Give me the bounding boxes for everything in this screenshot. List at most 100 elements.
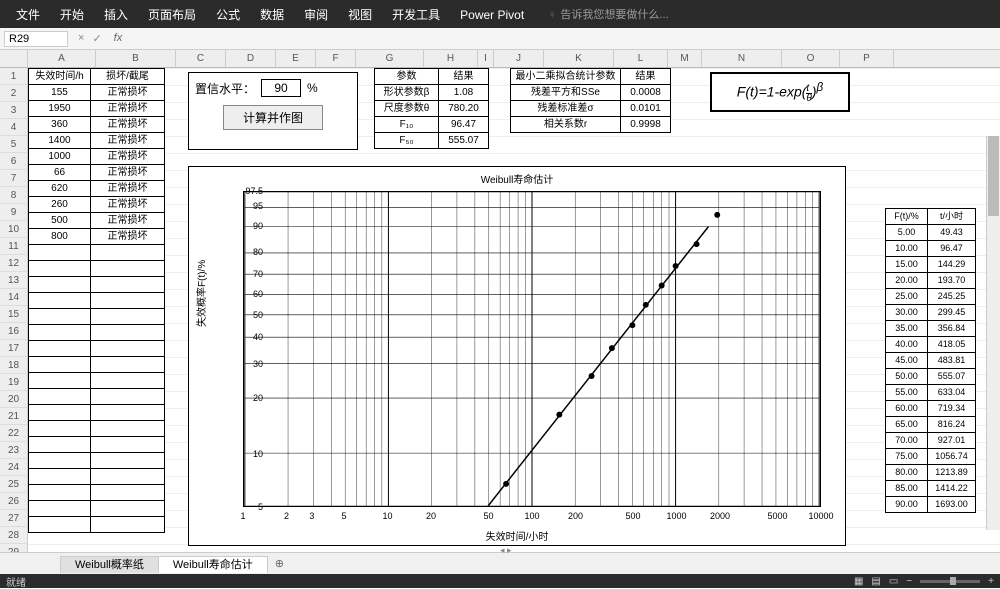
vertical-scrollbar[interactable]: [986, 136, 1000, 530]
table-cell[interactable]: 719.34: [928, 401, 976, 417]
ribbon-tab-7[interactable]: 视图: [338, 8, 382, 22]
table-cell[interactable]: 80.00: [886, 465, 928, 481]
ribbon-tab-0[interactable]: 文件: [6, 8, 50, 22]
view-normal-icon[interactable]: ▦: [854, 576, 863, 587]
col-header-N[interactable]: N: [702, 50, 782, 67]
zoom-in-icon[interactable]: +: [988, 576, 994, 587]
col-header-E[interactable]: E: [276, 50, 316, 67]
table-cell[interactable]: 35.00: [886, 321, 928, 337]
table-cell[interactable]: 780.20: [439, 101, 489, 117]
col-header-L[interactable]: L: [614, 50, 668, 67]
row-header-17[interactable]: 17: [0, 340, 28, 357]
table-cell[interactable]: 20.00: [886, 273, 928, 289]
table-cell[interactable]: 96.47: [928, 241, 976, 257]
cancel-icon[interactable]: ×: [78, 32, 84, 45]
row-header-6[interactable]: 6: [0, 153, 28, 170]
table-cell[interactable]: 65.00: [886, 417, 928, 433]
tell-me[interactable]: 告诉我您想要做什么...: [548, 6, 668, 22]
ribbon-tab-3[interactable]: 页面布局: [138, 8, 206, 22]
hscroll-indicator[interactable]: ◂ ▸: [500, 545, 512, 556]
table-cell[interactable]: 75.00: [886, 449, 928, 465]
col-header-J[interactable]: J: [494, 50, 544, 67]
row-header-1[interactable]: 1: [0, 68, 28, 85]
table-cell[interactable]: 0.0008: [621, 85, 671, 101]
row-header-24[interactable]: 24: [0, 459, 28, 476]
ribbon-tab-4[interactable]: 公式: [206, 8, 250, 22]
row-header-10[interactable]: 10: [0, 221, 28, 238]
table-cell[interactable]: 0.0101: [621, 101, 671, 117]
calculate-button[interactable]: 计算并作图: [223, 105, 323, 130]
add-sheet-button[interactable]: ⊕: [267, 555, 292, 572]
table-cell[interactable]: 800: [29, 229, 91, 245]
view-pagebreak-icon[interactable]: ▭: [889, 576, 898, 587]
table-cell[interactable]: F₁₀: [375, 117, 439, 133]
name-box[interactable]: [4, 31, 68, 47]
table-cell[interactable]: 1056.74: [928, 449, 976, 465]
table-cell[interactable]: 10.00: [886, 241, 928, 257]
row-header-15[interactable]: 15: [0, 306, 28, 323]
table-cell[interactable]: 正常损坏: [91, 133, 165, 149]
table-cell[interactable]: 相关系数r: [511, 117, 621, 133]
table-cell[interactable]: 15.00: [886, 257, 928, 273]
table-cell[interactable]: 正常损坏: [91, 213, 165, 229]
select-all-corner[interactable]: [0, 50, 28, 67]
row-header-11[interactable]: 11: [0, 238, 28, 255]
row-header-12[interactable]: 12: [0, 255, 28, 272]
table-cell[interactable]: 555.07: [928, 369, 976, 385]
table-cell[interactable]: 1414.22: [928, 481, 976, 497]
col-header-O[interactable]: O: [782, 50, 840, 67]
sheet-tab-1[interactable]: Weibull寿命估计: [158, 556, 268, 573]
table-cell[interactable]: 1.08: [439, 85, 489, 101]
table-cell[interactable]: 927.01: [928, 433, 976, 449]
table-cell[interactable]: 60.00: [886, 401, 928, 417]
table-cell[interactable]: 555.07: [439, 133, 489, 149]
zoom-slider[interactable]: [920, 580, 980, 583]
table-cell[interactable]: F₅₀: [375, 133, 439, 149]
fx-icon[interactable]: fx: [110, 32, 123, 45]
table-cell[interactable]: 30.00: [886, 305, 928, 321]
table-cell[interactable]: 500: [29, 213, 91, 229]
table-cell[interactable]: 1950: [29, 101, 91, 117]
table-cell[interactable]: 144.29: [928, 257, 976, 273]
scrollbar-thumb[interactable]: [988, 136, 999, 216]
table-cell[interactable]: 40.00: [886, 337, 928, 353]
row-header-3[interactable]: 3: [0, 102, 28, 119]
zoom-out-icon[interactable]: −: [906, 576, 912, 587]
table-cell[interactable]: 1693.00: [928, 497, 976, 513]
table-cell[interactable]: 尺度参数θ: [375, 101, 439, 117]
row-header-28[interactable]: 28: [0, 527, 28, 544]
table-cell[interactable]: 633.04: [928, 385, 976, 401]
table-cell[interactable]: 1213.89: [928, 465, 976, 481]
table-cell[interactable]: 418.05: [928, 337, 976, 353]
row-header-4[interactable]: 4: [0, 119, 28, 136]
table-cell[interactable]: 0.9998: [621, 117, 671, 133]
col-header-I[interactable]: I: [478, 50, 494, 67]
row-header-5[interactable]: 5: [0, 136, 28, 153]
row-header-22[interactable]: 22: [0, 425, 28, 442]
view-layout-icon[interactable]: ▤: [871, 576, 880, 587]
row-header-21[interactable]: 21: [0, 408, 28, 425]
table-cell[interactable]: 85.00: [886, 481, 928, 497]
table-cell[interactable]: 1400: [29, 133, 91, 149]
table-cell[interactable]: 360: [29, 117, 91, 133]
table-cell[interactable]: 356.84: [928, 321, 976, 337]
table-cell[interactable]: 1000: [29, 149, 91, 165]
row-header-20[interactable]: 20: [0, 391, 28, 408]
table-cell[interactable]: 正常损坏: [91, 181, 165, 197]
sheet-tab-0[interactable]: Weibull概率纸: [60, 556, 159, 573]
table-cell[interactable]: 193.70: [928, 273, 976, 289]
table-cell[interactable]: 66: [29, 165, 91, 181]
table-cell[interactable]: 245.25: [928, 289, 976, 305]
row-header-13[interactable]: 13: [0, 272, 28, 289]
row-header-8[interactable]: 8: [0, 187, 28, 204]
row-header-7[interactable]: 7: [0, 170, 28, 187]
table-cell[interactable]: 55.00: [886, 385, 928, 401]
table-cell[interactable]: 50.00: [886, 369, 928, 385]
table-cell[interactable]: 620: [29, 181, 91, 197]
row-header-14[interactable]: 14: [0, 289, 28, 306]
ribbon-tab-8[interactable]: 开发工具: [382, 8, 450, 22]
ribbon-tab-5[interactable]: 数据: [250, 8, 294, 22]
col-header-D[interactable]: D: [226, 50, 276, 67]
table-cell[interactable]: 正常损坏: [91, 117, 165, 133]
col-header-M[interactable]: M: [668, 50, 702, 67]
